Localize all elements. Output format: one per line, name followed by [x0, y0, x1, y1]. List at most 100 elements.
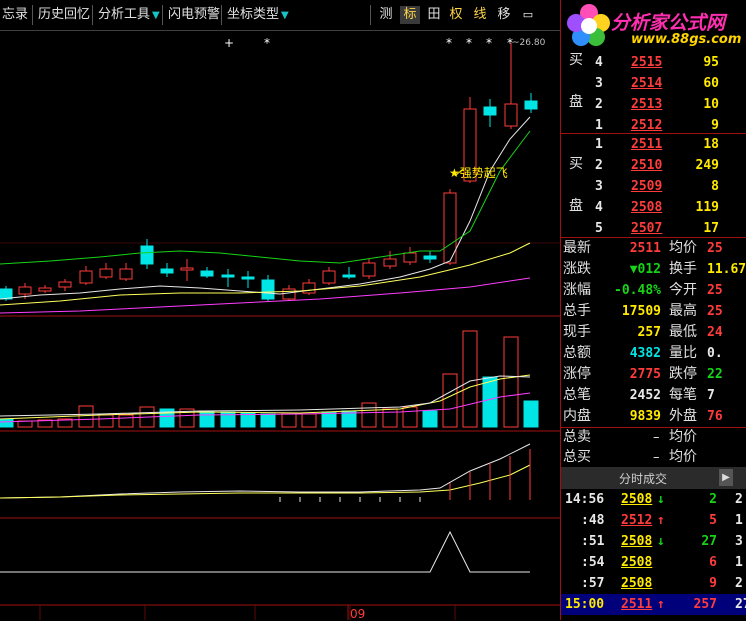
signal-line	[0, 530, 530, 573]
candle-body	[200, 270, 214, 277]
volume-bar	[0, 418, 14, 428]
mark-button[interactable]: 标	[400, 6, 420, 24]
tick-row[interactable]: 15:00 2511 ↑ 257 27	[561, 594, 746, 615]
line-draw-button[interactable]: 线	[470, 6, 490, 24]
level-number: 4	[595, 55, 603, 70]
menu-history-recall[interactable]: 历史回忆	[38, 6, 90, 24]
tick-time: :51	[581, 534, 605, 549]
tick-volume: 27	[701, 534, 717, 549]
quote-value: ▼012	[629, 262, 661, 277]
menu-memo[interactable]: 忘录	[2, 6, 28, 24]
buy-price: 2511	[631, 137, 663, 152]
grid-layout-button[interactable]: 田	[424, 6, 444, 24]
tick-row[interactable]: :57 2508 9 2	[561, 573, 746, 594]
buy-price: 2508	[631, 200, 663, 215]
chevron-right-icon[interactable]: ▶	[719, 469, 733, 486]
buy-level-row[interactable]: 2 2510 249	[561, 155, 746, 176]
tick-row[interactable]: :51 2508 ↓ 27 3	[561, 531, 746, 552]
sell-level-row[interactable]: 3 2514 60	[561, 73, 746, 94]
arrow-up-icon: ↑	[657, 597, 665, 612]
menu-axis-type[interactable]: 坐标类型 ▼	[227, 6, 289, 24]
tick-extra: 27	[735, 597, 746, 612]
volume-bar	[422, 410, 438, 428]
buy-level-row[interactable]: 5 2507 17	[561, 218, 746, 239]
buy-level-row[interactable]: 4 2508 119	[561, 197, 746, 218]
quote-row: 总笔 2452 每笔 7	[561, 385, 746, 406]
candle-body	[180, 267, 194, 271]
quote-label: 内盘	[563, 408, 591, 424]
toolbar-divider	[92, 5, 93, 25]
dropdown-arrow-icon[interactable]: ▼	[281, 10, 289, 21]
tick-volume: 9	[709, 576, 717, 591]
quote-label: 跌停	[669, 366, 697, 382]
quote-value: 7	[707, 388, 715, 403]
quote-value: 2452	[629, 388, 661, 403]
kline-chart-svg: + * * * * *	[0, 36, 560, 620]
sell-side-label: 买	[569, 52, 583, 68]
volume-bar	[98, 414, 114, 428]
candle-body	[504, 103, 518, 127]
quote-value: 17509	[621, 304, 661, 319]
arrow-down-icon: ↓	[657, 534, 665, 549]
candle-body	[241, 276, 255, 280]
tick-price: 2508	[621, 555, 653, 570]
sell-side-label: 盘	[569, 94, 583, 110]
volume-bar	[523, 400, 539, 428]
tick-row[interactable]: :54 2508 6 1	[561, 552, 746, 573]
quote-value: 2511	[629, 241, 661, 256]
quote-row: 总手 17509 最高 25	[561, 301, 746, 322]
candle-body	[383, 258, 397, 267]
tick-extra: 2	[735, 492, 743, 507]
sell-level-row[interactable]: 4 2515 95	[561, 52, 746, 73]
candle-body	[302, 282, 316, 294]
buy-price: 2507	[631, 221, 663, 236]
toolbar-divider	[370, 5, 371, 25]
sell-level-row[interactable]: 2 2513 10	[561, 94, 746, 115]
volume-bar	[301, 413, 317, 428]
quote-row: 涨幅 -0.48% 今开 25	[561, 280, 746, 301]
dropdown-arrow-icon[interactable]: ▼	[152, 10, 160, 21]
buy-level-row[interactable]: 3 2509 8	[561, 176, 746, 197]
ticks-tab-bar: 分时成交 ▶	[561, 467, 746, 489]
level-number: 3	[595, 76, 603, 91]
tick-price: 2508	[621, 576, 653, 591]
tick-row[interactable]: 14:56 2508 ↓ 2 2	[561, 489, 746, 510]
candle-body	[79, 270, 93, 284]
totals-label: 总买	[563, 449, 591, 465]
move-button[interactable]: 移	[494, 6, 514, 24]
quote-label: 外盘	[669, 408, 697, 424]
buy-level-row[interactable]: 1 2511 18	[561, 134, 746, 155]
volume-bar	[240, 412, 256, 428]
volume-bar	[482, 376, 498, 428]
level-number: 1	[595, 137, 603, 152]
candle-body	[483, 106, 497, 116]
signal-marker: +	[224, 36, 234, 50]
quote-value: 2775	[629, 367, 661, 382]
restore-window-icon[interactable]: ▭	[518, 6, 538, 24]
volume-bar	[462, 330, 478, 428]
rights-adjust-button[interactable]: 权	[446, 6, 466, 24]
volume-bar	[17, 420, 33, 428]
totals-value: –	[653, 430, 660, 445]
tick-volume: 257	[693, 597, 717, 612]
signal-marker: *	[446, 36, 452, 50]
totals-avg-label: 均价	[669, 449, 697, 465]
candle-body	[342, 274, 356, 278]
candle-body	[282, 288, 296, 300]
candle-body	[261, 279, 275, 300]
tick-row[interactable]: :48 2512 ↑ 5 1	[561, 510, 746, 531]
volume-bar	[402, 406, 418, 428]
menu-axis-type-label: 坐标类型	[227, 7, 280, 22]
volume-bar	[199, 410, 215, 428]
menu-flash-alert[interactable]: 闪电预警	[168, 6, 220, 24]
logo-title: 分析家公式网	[611, 12, 726, 34]
tab-time-sales[interactable]: 分时成交	[619, 470, 667, 487]
kline-chart[interactable]: + * * * * * ★强势起飞 ~26.80 09	[0, 31, 560, 621]
toolbar-divider	[221, 5, 222, 25]
menu-analysis-tools[interactable]: 分析工具 ▼	[98, 6, 160, 24]
toolbar-divider	[32, 5, 33, 25]
sell-volume: 95	[703, 55, 719, 70]
totals-label: 总卖	[563, 429, 591, 445]
tick-extra: 3	[735, 534, 743, 549]
measure-button[interactable]: 测	[376, 6, 396, 24]
